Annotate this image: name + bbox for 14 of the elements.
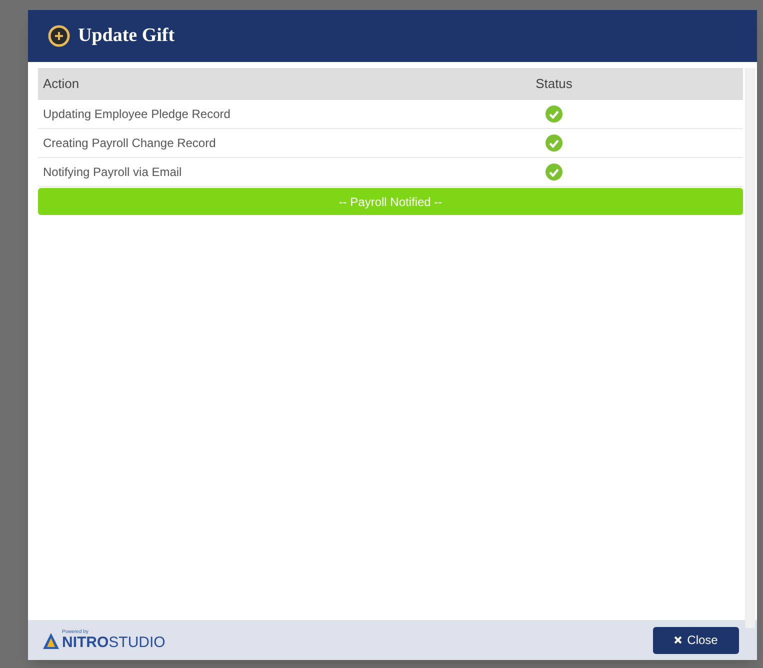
close-icon — [674, 636, 682, 644]
logo-product: STUDIO — [108, 635, 166, 650]
logo-brand: NITRO — [62, 635, 109, 650]
table-cell-text: Creating Payroll Change Record — [42, 135, 217, 152]
table-cell-text: Updating Employee Pledge Record — [42, 106, 232, 123]
plus-circle-icon — [48, 25, 70, 47]
logo-icon — [42, 632, 60, 650]
column-header: Action — [42, 75, 80, 94]
table-cell-text: Notifying Payroll via Email — [42, 164, 183, 181]
column-header: Status — [534, 75, 574, 94]
close-button[interactable]: Close — [653, 626, 739, 654]
dialog-title: Update Gift — [78, 24, 175, 48]
status-banner: -- Payroll Notified -- — [38, 188, 743, 215]
scrollbar[interactable] — [745, 68, 755, 628]
